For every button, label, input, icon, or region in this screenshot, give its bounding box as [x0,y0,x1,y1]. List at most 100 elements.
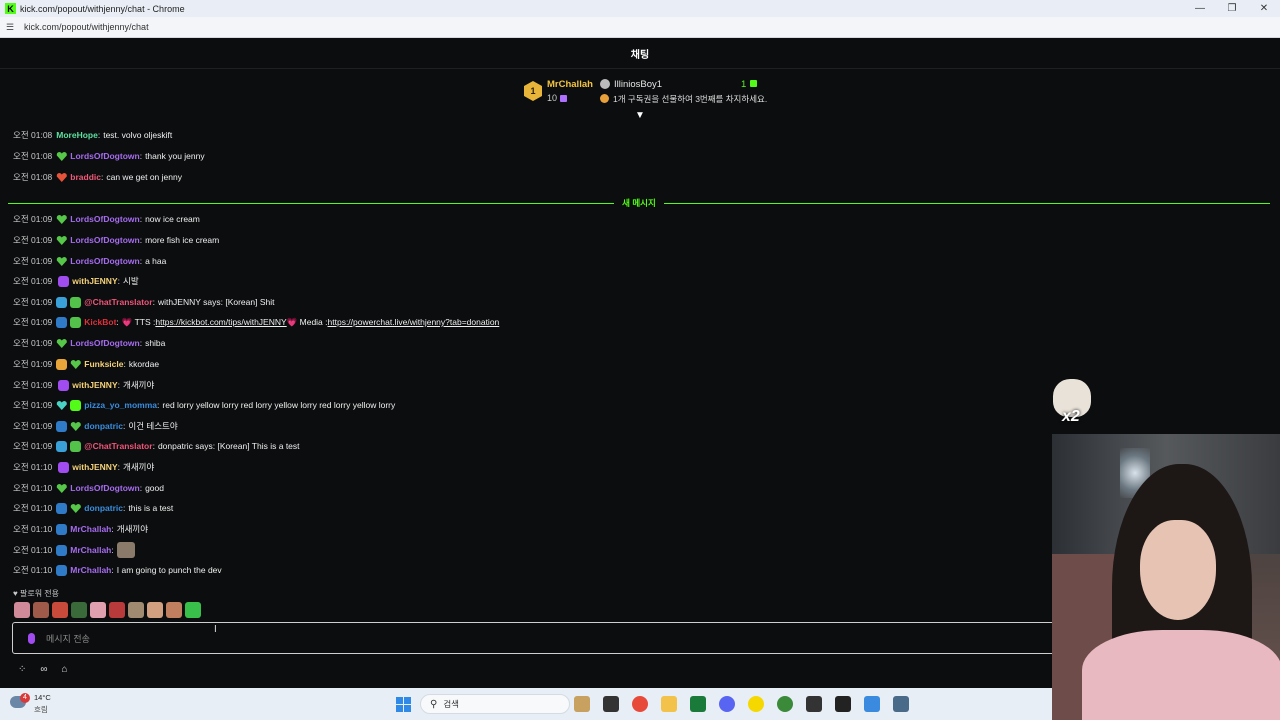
mic-badge-icon[interactable] [58,461,70,473]
verify-badge-icon[interactable] [70,316,82,328]
username-separator: : [139,151,143,161]
collapse-leaderboard-icon[interactable]: ▼ [634,111,646,121]
mic-badge-icon[interactable] [58,379,70,391]
taskbar-search[interactable]: ⚲ 검색 [420,694,570,714]
restore-button[interactable]: ❐ [1216,0,1248,17]
mod-badge-icon[interactable] [56,502,68,514]
weather-badge: 4 [20,693,30,703]
chrome-icon[interactable] [632,696,648,712]
message-username[interactable]: pizza_yo_momma [84,400,157,410]
message-link[interactable]: https://kickbot.com/tips/withJENNY [155,317,286,327]
message-username[interactable]: braddic [70,172,101,182]
gift-badge-icon[interactable] [70,399,82,411]
message-username[interactable]: MoreHope [56,130,98,140]
store-icon[interactable]: ⌂ [62,664,68,675]
emote-10-icon[interactable] [185,602,201,618]
mod-badge-icon[interactable] [56,316,68,328]
weather-widget[interactable]: 4 14°C 흐림 [10,693,51,715]
message-username[interactable]: LordsOfDogtown [70,338,139,348]
folder-icon[interactable] [661,696,677,712]
emote-9-icon[interactable] [166,602,182,618]
chat-message: 오전 01:10 withJENNY: 개새끼야 [13,458,154,476]
mic-badge-icon[interactable] [58,275,70,287]
kakaotalk-icon[interactable] [748,696,764,712]
emote-2-icon[interactable] [33,602,49,618]
message-username[interactable]: KickBot [84,317,116,327]
message-username[interactable]: @ChatTranslator [84,297,152,307]
chat-message-input[interactable] [46,630,946,648]
chat-input-box[interactable] [12,622,1060,654]
discord-icon[interactable] [719,696,735,712]
emote-4-icon[interactable] [71,602,87,618]
emote-1-icon[interactable] [14,602,30,618]
windows-start-icon[interactable] [396,697,411,712]
emote-7-icon[interactable] [128,602,144,618]
mod-badge-icon[interactable] [56,544,68,556]
emote-8-icon[interactable] [147,602,163,618]
message-username[interactable]: @ChatTranslator [84,441,152,451]
terminal-icon[interactable] [690,696,706,712]
message-username[interactable]: LordsOfDogtown [70,235,139,245]
mod-badge-icon[interactable] [56,523,68,535]
ogifter-badge-icon[interactable] [56,358,68,370]
message-username[interactable]: donpatric [84,503,123,513]
cat-emote-icon[interactable] [116,542,135,558]
site-info-icon[interactable]: ☰ [6,22,18,33]
file-explorer-icon[interactable] [574,696,590,712]
sub-badge-icon[interactable] [70,359,81,370]
message-username[interactable]: LordsOfDogtown [70,214,139,224]
sub-badge-icon[interactable] [56,483,67,494]
message-username[interactable]: LordsOfDogtown [70,151,139,161]
window-title: kick.com/popout/withjenny/chat - Chrome [20,3,185,14]
message-username[interactable]: MrChallah [70,545,111,555]
message-username[interactable]: Funksicle [84,359,123,369]
sub-badge-icon[interactable] [56,151,67,162]
share-icon[interactable]: ⁘ [18,664,26,675]
text-cursor-icon: I [214,624,217,635]
sub-badge-icon[interactable] [56,256,67,267]
sub-badge-icon[interactable] [70,421,81,432]
game-icon[interactable] [777,696,793,712]
emote-3-icon[interactable] [52,602,68,618]
message-username[interactable]: LordsOfDogtown [70,256,139,266]
close-button[interactable]: ✕ [1248,0,1280,17]
message-username[interactable]: LordsOfDogtown [70,483,139,493]
sub-badge-icon[interactable] [56,235,67,246]
bot-badge-icon[interactable] [56,296,68,308]
minimize-button[interactable]: — [1184,0,1216,17]
leader-top-count: 10 [547,93,568,103]
sub-badge-icon[interactable] [70,503,81,514]
message-username[interactable]: withJENNY [72,380,117,390]
subteal-badge-icon[interactable] [56,400,67,411]
url-text[interactable]: kick.com/popout/withjenny/chat [24,22,149,32]
verify-badge-icon[interactable] [70,296,82,308]
sub-badge-icon[interactable] [56,338,67,349]
message-username[interactable]: donpatric [84,421,123,431]
emote-5-icon[interactable] [90,602,106,618]
mod-badge-icon[interactable] [56,564,68,576]
app-icon[interactable] [806,696,822,712]
message-link[interactable]: https://powerchat.live/withjenny?tab=don… [328,317,500,327]
calculator-icon[interactable] [893,696,909,712]
emote-6-icon[interactable] [109,602,125,618]
bot-badge-icon[interactable] [56,440,68,452]
leader-top-name[interactable]: MrChallah [547,79,593,90]
message-username[interactable]: withJENNY [72,462,117,472]
message-username[interactable]: MrChallah [70,565,111,575]
message-username[interactable]: withJENNY [72,276,117,286]
infinity-icon[interactable]: ∞ [40,664,47,675]
task-view-icon[interactable] [603,696,619,712]
verify-badge-icon[interactable] [70,440,82,452]
cmd-icon[interactable] [835,696,851,712]
subred-badge-icon[interactable] [56,172,67,183]
message-username[interactable]: MrChallah [70,524,111,534]
vpn-icon[interactable] [864,696,880,712]
chat-message: 오전 01:09 KickBot: 💗 TTS : https://kickbot.… [13,313,499,331]
mic-icon[interactable] [28,633,35,644]
chat-message: 오전 01:08 LordsOfDogtown: thank you jenny [13,147,205,165]
mod-badge-icon[interactable] [56,420,68,432]
sub-badge-icon[interactable] [56,214,67,225]
chat-message: 오전 01:09 LordsOfDogtown: now ice cream [13,210,200,228]
message-text: 개새끼야 [116,524,149,534]
leader-second-name[interactable]: IlliniosBoy1 [614,79,662,90]
